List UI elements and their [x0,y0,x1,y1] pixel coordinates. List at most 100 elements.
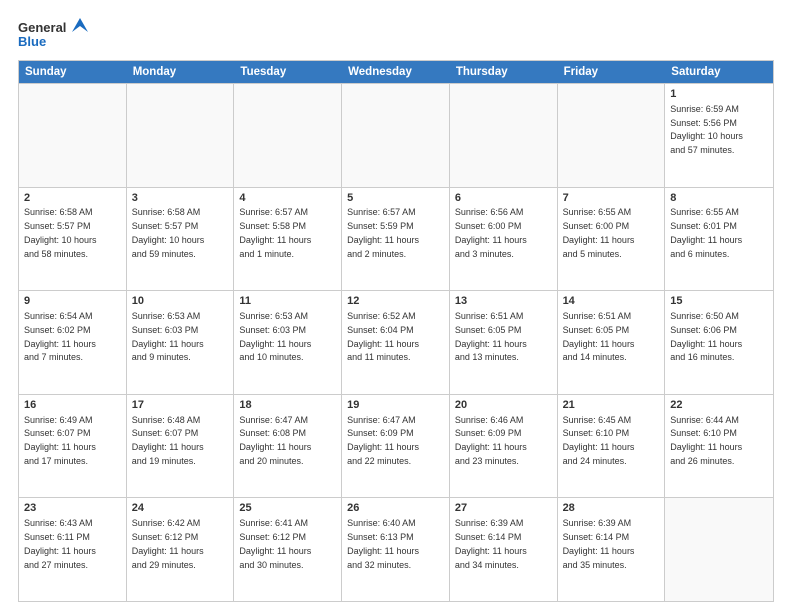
day-cell-19: 19 Sunrise: 6:47 AM Sunset: 6:09 PM Dayli… [342,395,450,498]
day-info: Sunrise: 6:56 AM Sunset: 6:00 PM Dayligh… [455,207,527,258]
day-info: Sunrise: 6:46 AM Sunset: 6:09 PM Dayligh… [455,415,527,466]
day-number: 1 [670,87,768,102]
day-cell-11: 11 Sunrise: 6:53 AM Sunset: 6:03 PM Dayli… [234,291,342,394]
day-number: 24 [132,501,229,516]
day-info: Sunrise: 6:59 AM Sunset: 5:56 PM Dayligh… [670,104,743,155]
day-number: 25 [239,501,336,516]
calendar-body: 1 Sunrise: 6:59 AM Sunset: 5:56 PM Daylig… [19,83,773,601]
day-cell-14: 14 Sunrise: 6:51 AM Sunset: 6:05 PM Dayli… [558,291,666,394]
day-number: 3 [132,191,229,206]
day-number: 5 [347,191,444,206]
day-cell-1: 1 Sunrise: 6:59 AM Sunset: 5:56 PM Daylig… [665,84,773,187]
header-day-sunday: Sunday [19,61,127,83]
day-cell-27: 27Sunrise: 6:39 AM Sunset: 6:14 PM Dayli… [450,498,558,601]
day-number: 27 [455,501,552,516]
empty-cell-0-1 [127,84,235,187]
day-cell-18: 18 Sunrise: 6:47 AM Sunset: 6:08 PM Dayli… [234,395,342,498]
day-info: Sunrise: 6:47 AM Sunset: 6:09 PM Dayligh… [347,415,419,466]
day-number: 28 [563,501,660,516]
day-info: Sunrise: 6:54 AM Sunset: 6:02 PM Dayligh… [24,311,96,362]
day-number: 21 [563,398,660,413]
day-number: 2 [24,191,121,206]
day-info: Sunrise: 6:40 AM Sunset: 6:13 PM Dayligh… [347,518,419,569]
calendar-header: SundayMondayTuesdayWednesdayThursdayFrid… [19,61,773,83]
day-cell-21: 21 Sunrise: 6:45 AM Sunset: 6:10 PM Dayli… [558,395,666,498]
day-number: 4 [239,191,336,206]
empty-cell-4-6 [665,498,773,601]
day-info: Sunrise: 6:53 AM Sunset: 6:03 PM Dayligh… [132,311,204,362]
calendar: SundayMondayTuesdayWednesdayThursdayFrid… [18,60,774,602]
day-cell-20: 20 Sunrise: 6:46 AM Sunset: 6:09 PM Dayli… [450,395,558,498]
day-info: Sunrise: 6:51 AM Sunset: 6:05 PM Dayligh… [563,311,635,362]
day-info: Sunrise: 6:51 AM Sunset: 6:05 PM Dayligh… [455,311,527,362]
header-day-friday: Friday [558,61,666,83]
day-cell-12: 12 Sunrise: 6:52 AM Sunset: 6:04 PM Dayli… [342,291,450,394]
week-row-3: 16 Sunrise: 6:49 AM Sunset: 6:07 PM Dayli… [19,394,773,498]
day-info: Sunrise: 6:42 AM Sunset: 6:12 PM Dayligh… [132,518,204,569]
day-cell-26: 26Sunrise: 6:40 AM Sunset: 6:13 PM Dayli… [342,498,450,601]
day-cell-17: 17 Sunrise: 6:48 AM Sunset: 6:07 PM Dayli… [127,395,235,498]
day-cell-25: 25Sunrise: 6:41 AM Sunset: 6:12 PM Dayli… [234,498,342,601]
header-day-tuesday: Tuesday [234,61,342,83]
day-cell-3: 3Sunrise: 6:58 AM Sunset: 5:57 PM Daylig… [127,188,235,291]
day-cell-28: 28 Sunrise: 6:39 AM Sunset: 6:14 PM Dayli… [558,498,666,601]
day-cell-8: 8Sunrise: 6:55 AM Sunset: 6:01 PM Daylig… [665,188,773,291]
day-cell-13: 13 Sunrise: 6:51 AM Sunset: 6:05 PM Dayli… [450,291,558,394]
logo: General Blue [18,16,88,52]
empty-cell-0-5 [558,84,666,187]
day-number: 9 [24,294,121,309]
day-cell-9: 9 Sunrise: 6:54 AM Sunset: 6:02 PM Daylig… [19,291,127,394]
header-day-saturday: Saturday [665,61,773,83]
header-day-monday: Monday [127,61,235,83]
day-number: 10 [132,294,229,309]
day-cell-4: 4Sunrise: 6:57 AM Sunset: 5:58 PM Daylig… [234,188,342,291]
day-cell-15: 15 Sunrise: 6:50 AM Sunset: 6:06 PM Dayli… [665,291,773,394]
header-day-wednesday: Wednesday [342,61,450,83]
day-cell-5: 5Sunrise: 6:57 AM Sunset: 5:59 PM Daylig… [342,188,450,291]
day-info: Sunrise: 6:58 AM Sunset: 5:57 PM Dayligh… [24,207,97,258]
day-number: 12 [347,294,444,309]
day-cell-2: 2Sunrise: 6:58 AM Sunset: 5:57 PM Daylig… [19,188,127,291]
day-info: Sunrise: 6:50 AM Sunset: 6:06 PM Dayligh… [670,311,742,362]
day-number: 16 [24,398,121,413]
week-row-2: 9 Sunrise: 6:54 AM Sunset: 6:02 PM Daylig… [19,290,773,394]
day-number: 18 [239,398,336,413]
day-info: Sunrise: 6:58 AM Sunset: 5:57 PM Dayligh… [132,207,205,258]
day-info: Sunrise: 6:52 AM Sunset: 6:04 PM Dayligh… [347,311,419,362]
empty-cell-0-2 [234,84,342,187]
day-cell-24: 24 Sunrise: 6:42 AM Sunset: 6:12 PM Dayli… [127,498,235,601]
day-cell-16: 16 Sunrise: 6:49 AM Sunset: 6:07 PM Dayli… [19,395,127,498]
day-cell-22: 22Sunrise: 6:44 AM Sunset: 6:10 PM Dayli… [665,395,773,498]
day-info: Sunrise: 6:55 AM Sunset: 6:00 PM Dayligh… [563,207,635,258]
svg-text:General: General [18,20,66,35]
empty-cell-0-3 [342,84,450,187]
week-row-4: 23 Sunrise: 6:43 AM Sunset: 6:11 PM Dayli… [19,497,773,601]
day-number: 20 [455,398,552,413]
day-info: Sunrise: 6:53 AM Sunset: 6:03 PM Dayligh… [239,311,311,362]
day-number: 11 [239,294,336,309]
day-info: Sunrise: 6:39 AM Sunset: 6:14 PM Dayligh… [563,518,635,569]
day-number: 14 [563,294,660,309]
day-cell-23: 23 Sunrise: 6:43 AM Sunset: 6:11 PM Dayli… [19,498,127,601]
day-number: 6 [455,191,552,206]
day-number: 13 [455,294,552,309]
day-number: 15 [670,294,768,309]
day-info: Sunrise: 6:49 AM Sunset: 6:07 PM Dayligh… [24,415,96,466]
week-row-1: 2Sunrise: 6:58 AM Sunset: 5:57 PM Daylig… [19,187,773,291]
day-number: 19 [347,398,444,413]
day-info: Sunrise: 6:47 AM Sunset: 6:08 PM Dayligh… [239,415,311,466]
logo-svg: General Blue [18,16,88,52]
day-info: Sunrise: 6:48 AM Sunset: 6:07 PM Dayligh… [132,415,204,466]
day-info: Sunrise: 6:57 AM Sunset: 5:59 PM Dayligh… [347,207,419,258]
day-info: Sunrise: 6:45 AM Sunset: 6:10 PM Dayligh… [563,415,635,466]
svg-text:Blue: Blue [18,34,46,49]
day-number: 17 [132,398,229,413]
day-info: Sunrise: 6:43 AM Sunset: 6:11 PM Dayligh… [24,518,96,569]
day-cell-7: 7Sunrise: 6:55 AM Sunset: 6:00 PM Daylig… [558,188,666,291]
header: General Blue [18,16,774,52]
header-day-thursday: Thursday [450,61,558,83]
day-number: 23 [24,501,121,516]
day-info: Sunrise: 6:55 AM Sunset: 6:01 PM Dayligh… [670,207,742,258]
day-info: Sunrise: 6:57 AM Sunset: 5:58 PM Dayligh… [239,207,311,258]
day-cell-10: 10 Sunrise: 6:53 AM Sunset: 6:03 PM Dayli… [127,291,235,394]
